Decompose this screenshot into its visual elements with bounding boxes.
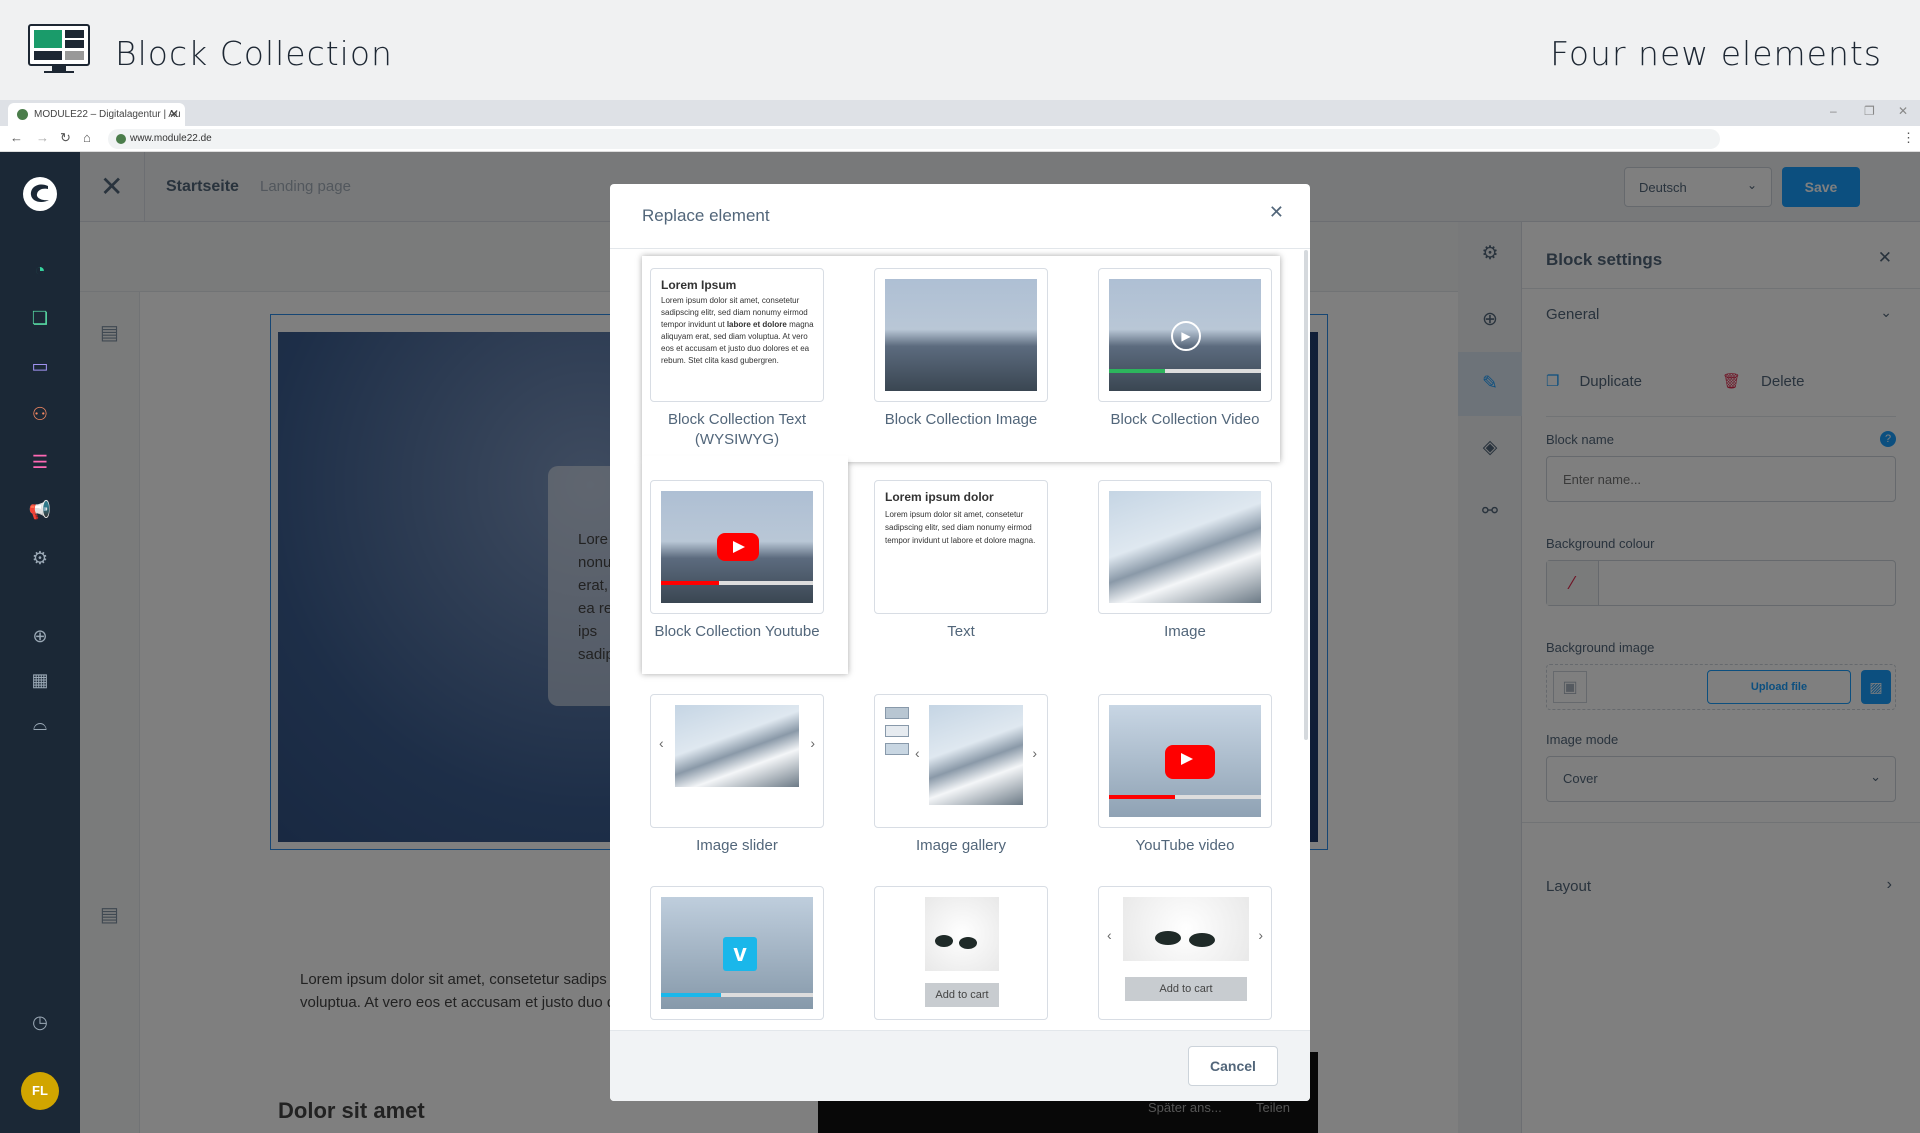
chevron-right-icon: › bbox=[1258, 927, 1263, 943]
content-icon[interactable]: ☰ bbox=[26, 448, 54, 476]
element-card-product-box[interactable]: Add to cart bbox=[874, 886, 1048, 1020]
progress-fill bbox=[661, 993, 721, 997]
youtube-play-icon bbox=[717, 533, 759, 561]
element-label: Block Collection Text (WYSIWYG) bbox=[667, 411, 807, 448]
reload-icon[interactable]: ↻ bbox=[60, 130, 71, 146]
browser-tabbar: MODULE22 – Digitalagentur | Au ✕ bbox=[0, 100, 1920, 126]
gallery-thumb bbox=[885, 707, 909, 719]
banner-subtitle: Four new elements bbox=[1550, 34, 1882, 73]
element-label: Block Collection Youtube bbox=[654, 623, 820, 640]
home-icon[interactable]: ⌂ bbox=[83, 130, 91, 145]
tab-title: MODULE22 – Digitalagentur | Au bbox=[34, 109, 181, 120]
text-preview: Lorem ipsum dolor Lorem ipsum dolor sit … bbox=[885, 491, 1039, 547]
city-image bbox=[885, 279, 1037, 391]
text-preview: Lorem Ipsum Lorem ipsum dolor sit amet, … bbox=[661, 279, 815, 367]
replace-element-modal: Replace element ✕ Lorem Ipsum Lorem ipsu… bbox=[610, 184, 1310, 1101]
chevron-left-icon: ‹ bbox=[915, 745, 920, 761]
preview-title: Lorem ipsum dolor bbox=[885, 490, 994, 504]
product-image bbox=[925, 897, 999, 971]
site-icon bbox=[116, 134, 126, 144]
element-card-image[interactable] bbox=[1098, 480, 1272, 614]
shopware-logo-icon bbox=[23, 177, 57, 211]
element-card-bc-image[interactable] bbox=[874, 268, 1048, 402]
element-card-product-slider[interactable]: ‹ › Add to cart bbox=[1098, 886, 1272, 1020]
sunglasses-lens bbox=[1155, 931, 1181, 945]
mountain-image bbox=[1109, 491, 1261, 603]
url-text: www.module22.de bbox=[130, 133, 212, 144]
settings-icon[interactable]: ⚙ bbox=[26, 544, 54, 572]
mountain-image bbox=[675, 705, 799, 787]
divider bbox=[610, 248, 1310, 249]
preview-body: Lorem ipsum dolor sit amet, consetetur s… bbox=[885, 510, 1036, 545]
preview-bold: labore et dolore bbox=[726, 320, 787, 329]
element-label: YouTube video bbox=[1135, 837, 1235, 854]
avatar[interactable]: FL bbox=[21, 1072, 59, 1110]
sunglasses-lens bbox=[1189, 933, 1215, 947]
element-card-text[interactable]: Lorem ipsum dolor Lorem ipsum dolor sit … bbox=[874, 480, 1048, 614]
vimeo-icon: v bbox=[723, 937, 757, 971]
chevron-left-icon: ‹ bbox=[659, 735, 664, 751]
back-icon[interactable]: ← bbox=[10, 130, 23, 145]
preview-title: Lorem Ipsum bbox=[661, 278, 737, 292]
orders-icon[interactable]: ▭ bbox=[26, 352, 54, 380]
minimize-icon[interactable]: – bbox=[1830, 104, 1837, 118]
element-card-image-slider[interactable]: ‹ › bbox=[650, 694, 824, 828]
add-to-cart-button: Add to cart bbox=[925, 983, 999, 1007]
catalogue-icon[interactable]: ❏ bbox=[26, 304, 54, 332]
address-bar: ← → ↻ ⌂ www.module22.de ⋮ bbox=[0, 126, 1920, 152]
element-card-text-wysiwyg[interactable]: Lorem Ipsum Lorem ipsum dolor sit amet, … bbox=[650, 268, 824, 402]
customers-icon[interactable]: ⚇ bbox=[26, 400, 54, 428]
progress-fill bbox=[661, 581, 719, 585]
cancel-button[interactable]: Cancel bbox=[1188, 1046, 1278, 1086]
marketing-icon[interactable]: 📢 bbox=[26, 496, 54, 524]
play-icon: ▶ bbox=[1171, 321, 1201, 351]
modal-scrollbar[interactable] bbox=[1304, 250, 1308, 740]
admin-sidebar: ◔ ❏ ▭ ⚇ ☰ 📢 ⚙ ⊕ ▦ ⌓ ◷ bbox=[0, 152, 80, 1133]
modal-title: Replace element bbox=[642, 206, 770, 225]
element-card-vimeo[interactable]: v bbox=[650, 886, 824, 1020]
store-icon[interactable]: ▦ bbox=[26, 666, 54, 694]
forward-icon[interactable]: → bbox=[36, 130, 49, 145]
element-label: Image slider bbox=[696, 837, 778, 854]
element-card-image-gallery[interactable]: ‹ › bbox=[874, 694, 1048, 828]
chevron-right-icon: › bbox=[1032, 745, 1037, 761]
tab-close-icon[interactable]: ✕ bbox=[169, 107, 179, 121]
element-label: Image bbox=[1164, 623, 1206, 640]
url-field[interactable]: www.module22.de bbox=[108, 129, 1720, 149]
basket-icon[interactable]: ⌓ bbox=[26, 710, 54, 738]
browser-tab[interactable]: MODULE22 – Digitalagentur | Au ✕ bbox=[8, 103, 185, 126]
element-label: Text bbox=[947, 623, 975, 640]
youtube-play-icon bbox=[1165, 745, 1215, 779]
progress-fill bbox=[1109, 795, 1175, 799]
collapse-icon[interactable]: ◷ bbox=[26, 1008, 54, 1036]
gallery-thumb bbox=[885, 743, 909, 755]
mountain-image bbox=[929, 705, 1023, 805]
highlight-join bbox=[642, 456, 848, 468]
add-extension-icon[interactable]: ⊕ bbox=[26, 622, 54, 650]
modal-close-icon[interactable]: ✕ bbox=[1269, 202, 1284, 223]
element-label: Block Collection Image bbox=[884, 411, 1038, 428]
element-card-bc-video[interactable]: ▶ bbox=[1098, 268, 1272, 402]
window-close-icon[interactable]: ✕ bbox=[1898, 104, 1908, 118]
product-image bbox=[1123, 897, 1249, 961]
gallery-thumb bbox=[885, 725, 909, 737]
monitor-icon bbox=[28, 24, 90, 73]
chevron-left-icon: ‹ bbox=[1107, 927, 1112, 943]
element-label: Block Collection Video bbox=[1110, 411, 1260, 428]
favicon-icon bbox=[17, 109, 28, 120]
element-label: Image gallery bbox=[915, 837, 1007, 854]
sunglasses-lens bbox=[935, 935, 953, 947]
progress-fill bbox=[1109, 369, 1165, 373]
browser-menu-icon[interactable]: ⋮ bbox=[1902, 130, 1915, 146]
restore-icon[interactable]: ❐ bbox=[1864, 104, 1875, 118]
sunglasses-lens bbox=[959, 937, 977, 949]
add-to-cart-button: Add to cart bbox=[1125, 977, 1247, 1001]
banner: Block Collection Four new elements bbox=[0, 0, 1920, 100]
dashboard-icon[interactable]: ◔ bbox=[26, 256, 54, 284]
element-card-bc-youtube[interactable] bbox=[650, 480, 824, 614]
element-card-youtube-video[interactable] bbox=[1098, 694, 1272, 828]
chevron-right-icon: › bbox=[810, 735, 815, 751]
banner-title: Block Collection bbox=[115, 34, 393, 73]
